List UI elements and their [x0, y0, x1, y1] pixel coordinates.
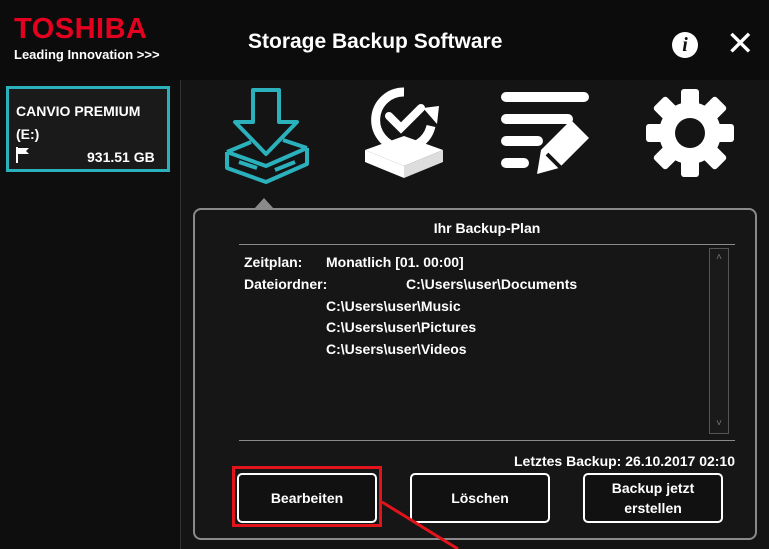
scrollbar[interactable]: ˄ ˅ — [709, 248, 729, 434]
folder-item: C:\Users\user\Pictures — [326, 319, 477, 335]
flag-icon — [16, 147, 29, 163]
drive-letter: (E:) — [16, 126, 40, 142]
annotation-highlight — [232, 466, 382, 527]
schedule-value: Monatlich [01. 00:00] — [326, 254, 464, 270]
brand-tagline: Leading Innovation >>> — [14, 47, 160, 62]
close-icon[interactable]: ✕ — [726, 26, 755, 62]
folders-label: Dateiordner: — [244, 276, 328, 292]
backup-plan-details: Zeitplan: Monatlich [01. 00:00] Dateiord… — [239, 246, 733, 440]
list-edit-icon[interactable] — [499, 90, 595, 176]
backup-now-label-line2: erstellen — [624, 500, 682, 516]
restore-icon[interactable] — [361, 86, 447, 180]
folder-item: C:\Users\user\Documents — [406, 276, 578, 292]
divider — [239, 244, 735, 245]
folder-item: C:\Users\user\Music — [326, 298, 461, 314]
backup-now-label-line1: Backup jetzt — [611, 480, 695, 496]
delete-button[interactable]: Löschen — [410, 473, 550, 523]
drive-card[interactable]: CANVIO PREMIUM (E:) 931.51 GB — [6, 86, 170, 172]
backup-now-button[interactable]: Backup jetzt erstellen — [583, 473, 723, 523]
schedule-label: Zeitplan: — [244, 254, 303, 270]
divider — [239, 440, 735, 441]
settings-gear-icon[interactable] — [643, 86, 737, 180]
folder-item: C:\Users\user\Videos — [326, 341, 467, 357]
backup-download-icon[interactable] — [219, 84, 315, 188]
sidebar: CANVIO PREMIUM (E:) 931.51 GB — [0, 80, 181, 549]
brand-name: TOSHIBA — [14, 13, 148, 45]
toshiba-logo: TOSHIBA Leading Innovation >>> — [14, 13, 160, 62]
drive-size: 931.51 GB — [87, 149, 155, 165]
scroll-down-icon[interactable]: ˅ — [710, 418, 728, 430]
info-icon[interactable]: i — [672, 32, 698, 58]
app-title: Storage Backup Software — [248, 30, 503, 53]
panel-title: Ihr Backup-Plan — [433, 220, 541, 236]
scroll-up-icon[interactable]: ˄ — [710, 252, 728, 264]
drive-name: CANVIO PREMIUM — [16, 103, 141, 119]
title-bar: TOSHIBA Leading Innovation >>> Storage B… — [0, 0, 769, 80]
